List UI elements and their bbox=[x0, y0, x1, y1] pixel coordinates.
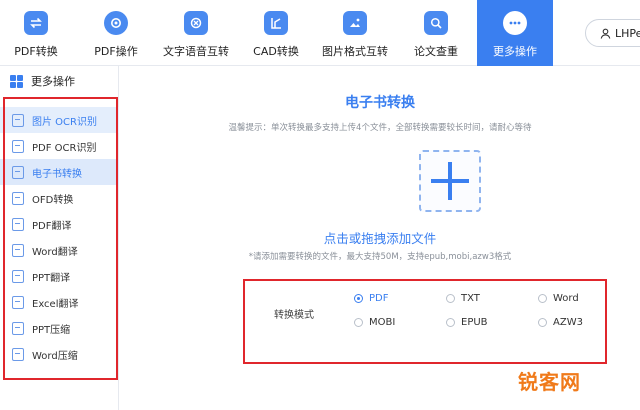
sidebar-item-image-ocr[interactable]: 图片 OCR识别 bbox=[0, 107, 119, 133]
file-icon bbox=[12, 243, 24, 257]
sidebar-item-pdf-ocr[interactable]: PDF OCR识别 bbox=[0, 133, 119, 159]
gear-icon bbox=[104, 11, 128, 35]
tool-label: CAD转换 bbox=[253, 45, 299, 58]
watermark-logo: 锐客网 bbox=[518, 370, 581, 394]
sidebar-item-label: PPT压缩 bbox=[32, 324, 71, 336]
user-icon bbox=[600, 28, 611, 39]
more-icon bbox=[503, 11, 527, 35]
tool-pdf-convert[interactable]: PDF转换 bbox=[0, 0, 72, 66]
tool-image-convert[interactable]: 图片格式互转 bbox=[318, 0, 392, 66]
file-drop-zone[interactable] bbox=[419, 150, 481, 212]
user-name: LHPe bbox=[615, 26, 640, 40]
sidebar-item-label: OFD转换 bbox=[32, 194, 74, 206]
sidebar-item-label: Word翻译 bbox=[32, 246, 78, 258]
radio-mode-azw3[interactable]: AZW3 bbox=[538, 317, 583, 328]
mode-label: 转换模式 bbox=[274, 310, 314, 321]
sidebar-item-ofd-convert[interactable]: OFD转换 bbox=[0, 185, 119, 211]
sidebar-item-label: PDF OCR识别 bbox=[32, 142, 97, 154]
sidebar-item-label: PPT翻译 bbox=[32, 272, 71, 284]
file-icon bbox=[12, 347, 24, 361]
sidebar: 更多操作 图片 OCR识别 PDF OCR识别 电子书转换 OFD转换 PDF翻… bbox=[0, 66, 119, 410]
sidebar-item-ebook-convert[interactable]: 电子书转换 bbox=[0, 159, 119, 185]
radio-dot bbox=[538, 294, 547, 303]
tool-text-speech[interactable]: 文字语音互转 bbox=[160, 0, 232, 66]
sidebar-header: 更多操作 bbox=[0, 66, 119, 96]
tool-label: 论文查重 bbox=[414, 45, 458, 58]
sidebar-item-ppt-translate[interactable]: PPT翻译 bbox=[0, 263, 119, 289]
add-file-link[interactable]: 点击或拖拽添加文件 bbox=[120, 228, 640, 247]
radio-label: MOBI bbox=[369, 317, 396, 328]
tool-label: PDF操作 bbox=[94, 45, 138, 58]
radio-dot bbox=[446, 294, 455, 303]
page-title: 电子书转换 bbox=[345, 95, 415, 111]
sidebar-item-word-translate[interactable]: Word翻译 bbox=[0, 237, 119, 263]
radio-mode-epub[interactable]: EPUB bbox=[446, 317, 488, 328]
sidebar-item-excel-translate[interactable]: Excel翻译 bbox=[0, 289, 119, 315]
pdf-convert-icon bbox=[24, 11, 48, 35]
sidebar-header-label: 更多操作 bbox=[31, 75, 75, 88]
top-toolbar: PDF转换 PDF操作 文字语音互转 CAD转换 图片格式互转 论文查重 更多操… bbox=[0, 0, 640, 66]
sidebar-item-word-compress[interactable]: Word压缩 bbox=[0, 341, 119, 367]
sidebar-item-ppt-compress[interactable]: PPT压缩 bbox=[0, 315, 119, 341]
radio-mode-pdf[interactable]: PDF bbox=[354, 293, 388, 304]
tool-paper-check[interactable]: 论文查重 bbox=[400, 0, 472, 66]
sidebar-item-label: 图片 OCR识别 bbox=[32, 116, 97, 128]
radio-mode-txt[interactable]: TXT bbox=[446, 293, 480, 304]
tool-pdf-operate[interactable]: PDF操作 bbox=[80, 0, 152, 66]
file-icon bbox=[12, 295, 24, 309]
radio-label: TXT bbox=[461, 293, 480, 304]
radio-label: AZW3 bbox=[553, 317, 583, 328]
radio-label: PDF bbox=[369, 293, 389, 304]
user-account-button[interactable]: LHPe bbox=[585, 19, 640, 47]
radio-dot bbox=[538, 318, 547, 327]
image-icon bbox=[343, 11, 367, 35]
file-icon bbox=[12, 139, 24, 153]
tool-cad-convert[interactable]: CAD转换 bbox=[240, 0, 312, 66]
grid-icon bbox=[10, 74, 23, 88]
tool-label: 文字语音互转 bbox=[163, 45, 229, 58]
file-icon bbox=[12, 165, 24, 179]
tool-label: 图片格式互转 bbox=[322, 45, 388, 58]
cad-icon bbox=[264, 11, 288, 35]
support-info-text: *请添加需要转换的文件，最大支持50M，支持epub,mobi,azw3格式 bbox=[248, 252, 512, 262]
search-doc-icon bbox=[424, 11, 448, 35]
sidebar-item-label: PDF翻译 bbox=[32, 220, 72, 232]
radio-label: Word bbox=[553, 293, 579, 304]
radio-dot bbox=[446, 318, 455, 327]
radio-label: EPUB bbox=[461, 317, 488, 328]
text-speech-icon bbox=[184, 11, 208, 35]
radio-dot bbox=[354, 294, 363, 303]
file-icon bbox=[12, 113, 24, 127]
plus-icon-vertical bbox=[448, 162, 452, 200]
sidebar-item-label: Excel翻译 bbox=[32, 298, 79, 310]
tool-label: 更多操作 bbox=[493, 45, 537, 58]
sidebar-item-label: 电子书转换 bbox=[32, 168, 82, 180]
file-icon bbox=[12, 269, 24, 283]
file-icon bbox=[12, 321, 24, 335]
sidebar-item-label: Word压缩 bbox=[32, 350, 78, 362]
radio-dot bbox=[354, 318, 363, 327]
sidebar-item-pdf-translate[interactable]: PDF翻译 bbox=[0, 211, 119, 237]
radio-mode-mobi[interactable]: MOBI bbox=[354, 317, 395, 328]
file-icon bbox=[12, 217, 24, 231]
tip-text: 温馨提示：单次转换最多支持上传4个文件，全部转换需要较长时间，请耐心等待 bbox=[228, 123, 532, 133]
file-icon bbox=[12, 191, 24, 205]
radio-mode-word[interactable]: Word bbox=[538, 293, 579, 304]
tool-label: PDF转换 bbox=[14, 45, 58, 58]
tool-more-operations[interactable]: 更多操作 bbox=[477, 0, 553, 66]
